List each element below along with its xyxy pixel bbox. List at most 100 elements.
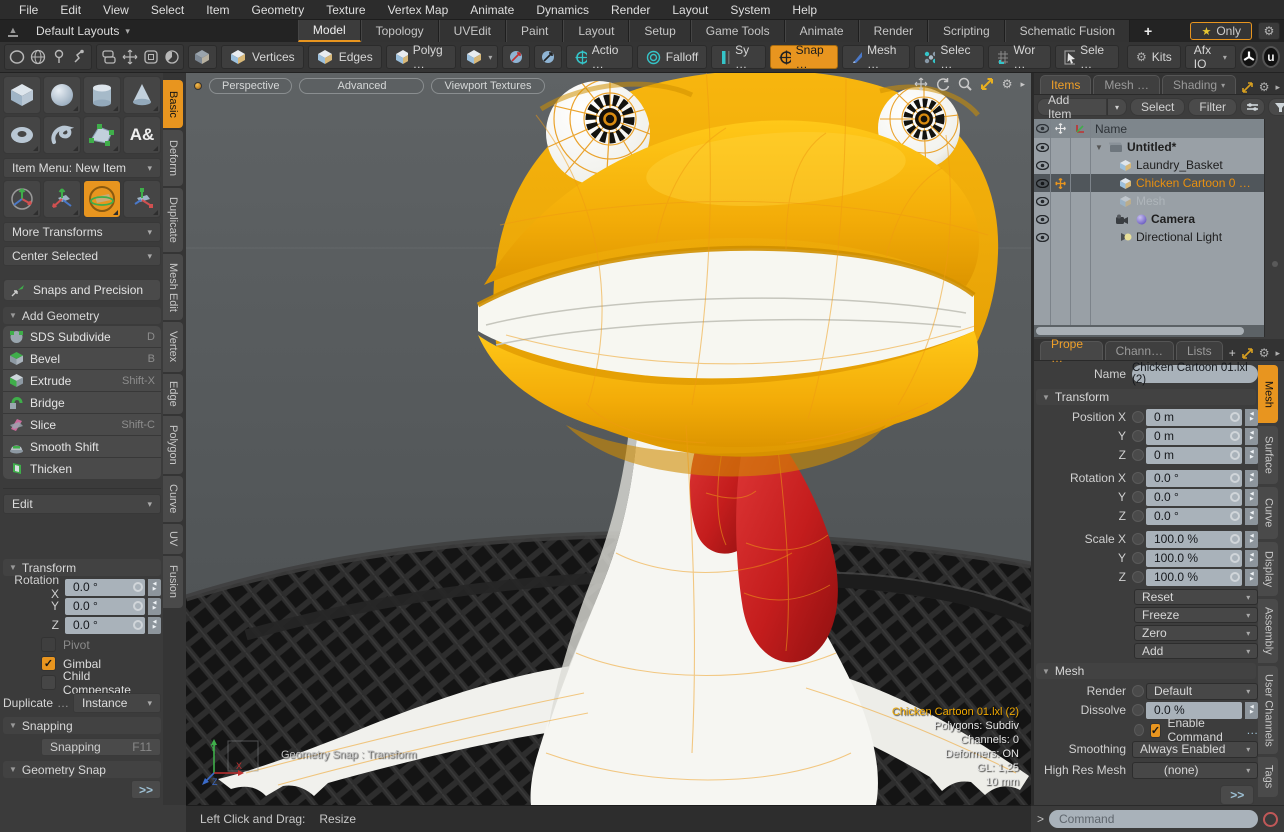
sidebar-tab-mesh-edit[interactable]: Mesh Edit bbox=[163, 254, 183, 320]
menu-item[interactable]: Item bbox=[195, 3, 240, 17]
sidebar-tab-basic[interactable]: Basic bbox=[163, 80, 183, 128]
item-menu-dropdown[interactable]: Item Menu: New Item ▾ bbox=[3, 158, 161, 178]
tab-uvedit[interactable]: UVEdit bbox=[439, 20, 506, 42]
tab-channels[interactable]: Chann… bbox=[1105, 341, 1174, 360]
panel-arrow-icon[interactable]: ▸ bbox=[1020, 79, 1025, 90]
rotation-x-input[interactable]: 0.0 ° bbox=[1146, 470, 1242, 487]
scale-z-spinner[interactable]: ◀▶ bbox=[1245, 569, 1258, 586]
falloff-button[interactable]: Falloff bbox=[637, 45, 707, 69]
channel-circle-icon[interactable] bbox=[1132, 411, 1144, 423]
tab-items[interactable]: Items bbox=[1040, 75, 1091, 94]
tab-schematic-fusion[interactable]: Schematic Fusion bbox=[1005, 20, 1130, 42]
mode-dropdown-button[interactable]: ▾ bbox=[460, 45, 498, 69]
eye-icon[interactable] bbox=[1034, 210, 1051, 228]
gear-icon[interactable]: ⚙ bbox=[1259, 80, 1270, 94]
vertices-mode-button[interactable]: Vertices bbox=[221, 45, 304, 69]
sidebar-expand-button[interactable]: >> bbox=[131, 780, 161, 799]
tab-render[interactable]: Render bbox=[859, 20, 928, 42]
pivot-checkbox[interactable] bbox=[41, 637, 56, 652]
rotation-z-spinner[interactable]: ◀▶ bbox=[148, 617, 161, 634]
high-res-dropdown[interactable]: (none)▾ bbox=[1132, 762, 1258, 779]
tab-lists[interactable]: Lists bbox=[1176, 341, 1223, 360]
command-input[interactable]: Command bbox=[1049, 810, 1258, 828]
transform-gizmo-button[interactable] bbox=[83, 180, 121, 218]
more-icon[interactable]: … bbox=[1246, 723, 1258, 737]
menu-dynamics[interactable]: Dynamics bbox=[525, 3, 600, 17]
tool-thicken[interactable]: Thicken bbox=[3, 458, 161, 479]
item-row-mesh[interactable]: Mesh bbox=[1034, 192, 1264, 210]
props-tab-display[interactable]: Display bbox=[1258, 542, 1278, 596]
rotation-y-spinner[interactable]: ◀▶ bbox=[148, 598, 161, 615]
tool-bevel[interactable]: BevelB bbox=[3, 348, 161, 369]
menu-render[interactable]: Render bbox=[600, 3, 661, 17]
scale-gizmo-button[interactable] bbox=[123, 180, 161, 218]
add-geometry-section[interactable]: ▼ Add Geometry bbox=[3, 307, 161, 324]
rotation-y-spinner[interactable]: ◀▶ bbox=[1245, 489, 1258, 506]
edges-mode-button[interactable]: Edges bbox=[308, 45, 382, 69]
rotation-z-spinner[interactable]: ◀▶ bbox=[1245, 508, 1258, 525]
move-cross-icon[interactable] bbox=[119, 46, 140, 68]
more-icon[interactable]: … bbox=[57, 696, 69, 710]
props-tab-assembly[interactable]: Assembly bbox=[1258, 599, 1278, 663]
dissolve-spinner[interactable]: ◀▶ bbox=[1245, 702, 1258, 719]
selection-button[interactable]: Sele … bbox=[1055, 45, 1119, 69]
eye-icon[interactable] bbox=[1034, 192, 1051, 210]
move-flag-icon[interactable] bbox=[1051, 174, 1071, 192]
action-center-button[interactable]: Actio … bbox=[566, 45, 632, 69]
channel-circle-icon[interactable] bbox=[1132, 491, 1144, 503]
scale-y-spinner[interactable]: ◀▶ bbox=[1245, 550, 1258, 567]
torus-primitive-button[interactable] bbox=[3, 116, 41, 154]
tool-extrude[interactable]: ExtrudeShift-X bbox=[3, 370, 161, 391]
channel-circle-icon[interactable] bbox=[1132, 533, 1144, 545]
snapping-toggle-button[interactable]: Snapping F11 bbox=[41, 738, 161, 756]
menu-help[interactable]: Help bbox=[781, 3, 828, 17]
afx-io-button[interactable]: Afx IO▾ bbox=[1185, 45, 1236, 69]
pin-icon[interactable] bbox=[48, 46, 69, 68]
sidebar-tab-curve[interactable]: Curve bbox=[163, 476, 183, 522]
snapping-button[interactable]: Snap … bbox=[770, 45, 837, 69]
render-dropdown[interactable]: Default▾ bbox=[1146, 683, 1258, 700]
sidebar-tab-deform[interactable]: Deform bbox=[163, 130, 183, 186]
select-sets-button[interactable]: Selec … bbox=[914, 45, 984, 69]
zoom-icon[interactable] bbox=[958, 77, 972, 91]
item-pivot-button[interactable] bbox=[502, 45, 530, 69]
item-row-scene[interactable]: ▼Untitled* bbox=[1034, 138, 1264, 156]
menu-view[interactable]: View bbox=[92, 3, 140, 17]
gimbal-checkbox[interactable]: ✓ bbox=[41, 656, 56, 671]
tab-setup[interactable]: Setup bbox=[629, 20, 690, 42]
freeze-button[interactable]: Freeze▾ bbox=[1134, 607, 1258, 623]
tab-model[interactable]: Model bbox=[298, 20, 361, 42]
name-column-header[interactable]: Name bbox=[1091, 119, 1264, 138]
child-compensate-checkbox[interactable] bbox=[41, 675, 56, 690]
cube-primitive-button[interactable] bbox=[3, 76, 41, 114]
perspective-button[interactable]: Perspective bbox=[209, 78, 292, 94]
advanced-button[interactable]: Advanced bbox=[299, 78, 424, 94]
item-center-button[interactable] bbox=[534, 45, 562, 69]
props-tab-tags[interactable]: Tags bbox=[1258, 757, 1278, 797]
snapping-section-header[interactable]: ▼ Snapping bbox=[3, 717, 161, 734]
gear-icon[interactable]: ⚙ bbox=[1002, 77, 1013, 91]
sphere-primitive-button[interactable] bbox=[43, 76, 81, 114]
menu-geometry[interactable]: Geometry bbox=[241, 3, 316, 17]
item-row-laundry-basket[interactable]: Laundry_Basket bbox=[1034, 156, 1264, 174]
rotation-x-input[interactable]: 0.0 ° bbox=[65, 579, 145, 596]
layout-preset-dropdown[interactable]: Default Layouts ▾ bbox=[26, 20, 140, 42]
properties-expand-button[interactable]: >> bbox=[1220, 785, 1254, 805]
move-gizmo-button[interactable] bbox=[43, 180, 81, 218]
pivot-checkbox-row[interactable]: Pivot bbox=[3, 635, 161, 654]
text-tool-button[interactable]: A& bbox=[123, 116, 161, 154]
menu-animate[interactable]: Animate bbox=[459, 3, 525, 17]
tab-properties[interactable]: Prope … bbox=[1040, 341, 1103, 360]
props-tab-user-channels[interactable]: User Channels bbox=[1258, 666, 1278, 754]
channel-circle-icon[interactable] bbox=[1132, 571, 1144, 583]
viewport-textures-button[interactable]: Viewport Textures bbox=[431, 78, 544, 94]
channel-circle-icon[interactable] bbox=[1134, 724, 1144, 736]
position-y-input[interactable]: 0 m bbox=[1146, 428, 1242, 445]
twist-tool-button[interactable] bbox=[43, 116, 81, 154]
list-options-button[interactable] bbox=[1240, 98, 1265, 116]
gear-icon[interactable]: ⚙ bbox=[1259, 346, 1270, 360]
scale-x-input[interactable]: 100.0 % bbox=[1146, 531, 1242, 548]
geometry-snap-section-header[interactable]: ▼ Geometry Snap bbox=[3, 761, 161, 778]
sidebar-tab-edge[interactable]: Edge bbox=[163, 374, 183, 414]
add-item-button[interactable]: Add Item ▾ bbox=[1037, 98, 1127, 116]
